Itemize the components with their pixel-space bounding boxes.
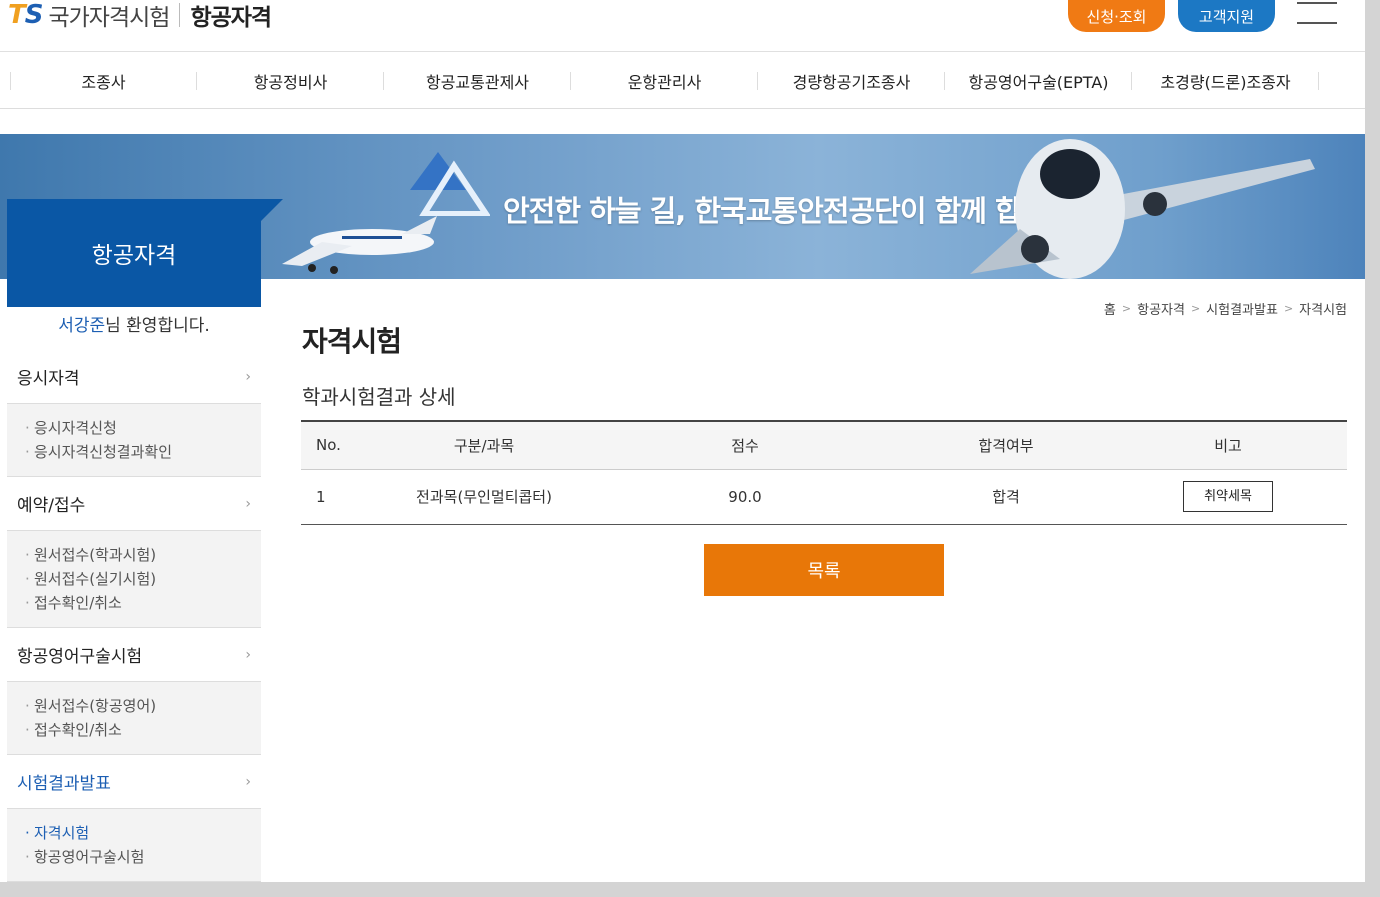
- sidebar-item-english-exam[interactable]: 항공영어구술시험: [25, 845, 261, 869]
- welcome-suffix: 님 환영합니다.: [105, 316, 210, 336]
- sidebar-item-english-confirm-cancel[interactable]: 접수확인/취소: [25, 718, 261, 742]
- sidebar-submenu-reservation: 원서접수(학과시험) 원서접수(실기시험) 접수확인/취소: [7, 531, 261, 628]
- logo-sub: 항공자격: [190, 5, 272, 31]
- sidebar-section-eligibility[interactable]: 응시자격 ›: [7, 350, 261, 404]
- sidebar-submenu-english: 원서접수(항공영어) 접수확인/취소: [7, 682, 261, 755]
- result-table: No. 구분/과목 점수 합격여부 비고 1 전과목(무인멀티콥터) 90.0 …: [301, 420, 1347, 525]
- cell-no: 1: [301, 469, 381, 525]
- welcome-user-name: 서강준: [58, 316, 106, 336]
- customer-support-button[interactable]: 고객지원: [1178, 0, 1275, 32]
- column-header-pass: 합격여부: [903, 420, 1109, 470]
- sidebar-nav: 응시자격 › 응시자격신청 응시자격신청결과확인 예약/접수 › 원서접수(학과…: [7, 350, 261, 882]
- sidebar-item-english-apply[interactable]: 원서접수(항공영어): [25, 694, 261, 718]
- sidebar-section-label: 응시자격: [17, 369, 80, 389]
- site-header: TS 국가자격시험 항공자격 신청·조회 고객지원: [0, 0, 1365, 52]
- large-airplane-icon: [970, 139, 1315, 279]
- sidebar-item-confirm-cancel[interactable]: 접수확인/취소: [25, 591, 261, 615]
- breadcrumb-home[interactable]: 홈: [1104, 299, 1116, 318]
- welcome-message: 서강준님 환영합니다.: [7, 308, 261, 348]
- list-button[interactable]: 목록: [704, 544, 944, 596]
- logo-name: 국가자격시험: [48, 5, 170, 31]
- sidebar-item-eligibility-result[interactable]: 응시자격신청결과확인: [25, 440, 261, 464]
- logo-divider: [179, 3, 181, 27]
- section-subtitle: 학과시험결과 상세: [302, 385, 456, 409]
- column-header-no: No.: [301, 420, 381, 470]
- cell-pass: 합격: [903, 469, 1109, 525]
- weak-subject-button[interactable]: 취약세목: [1183, 481, 1273, 512]
- gnb-item-dispatcher[interactable]: 운항관리사: [571, 53, 758, 109]
- page-title: 자격시험: [302, 325, 402, 358]
- chevron-right-icon: >: [1283, 302, 1294, 315]
- main-nav: 조종사 항공정비사 항공교통관제사 운항관리사 경량항공기조종사 항공영어구술(…: [0, 53, 1365, 109]
- site-logo[interactable]: TS 국가자격시험 항공자격: [8, 0, 272, 32]
- sidebar-section-label: 시험결과발표: [17, 774, 111, 794]
- sidebar-item-qualification-exam[interactable]: 자격시험: [25, 821, 261, 845]
- hamburger-menu-icon[interactable]: [1297, 2, 1337, 26]
- sidebar-item-practical-apply[interactable]: 원서접수(실기시험): [25, 567, 261, 591]
- chevron-right-icon: ›: [245, 647, 251, 663]
- breadcrumb-item[interactable]: 항공자격: [1137, 299, 1185, 318]
- chevron-right-icon: >: [1121, 302, 1132, 315]
- ts-logo-mark: TS: [8, 0, 43, 30]
- gnb-item-drone[interactable]: 초경량(드론)조종자: [1132, 53, 1319, 109]
- cell-note: 취약세목: [1109, 469, 1347, 525]
- gnb-item-light-aircraft[interactable]: 경량항공기조종사: [758, 53, 945, 109]
- column-header-score: 점수: [587, 420, 903, 470]
- sidebar-section-label: 예약/접수: [17, 496, 86, 516]
- table-header-row: No. 구분/과목 점수 합격여부 비고: [301, 420, 1347, 470]
- sidebar-item-written-apply[interactable]: 원서접수(학과시험): [25, 543, 261, 567]
- gnb-item-epta[interactable]: 항공영어구술(EPTA): [945, 53, 1132, 109]
- chevron-right-icon: ›: [245, 774, 251, 790]
- breadcrumb-item[interactable]: 시험결과발표: [1206, 299, 1278, 318]
- cell-score: 90.0: [587, 469, 903, 525]
- column-header-subject: 구분/과목: [381, 420, 587, 470]
- sidebar-section-results[interactable]: 시험결과발표 ›: [7, 755, 261, 809]
- table-row: 1 전과목(무인멀티콥터) 90.0 합격 취약세목: [301, 469, 1347, 525]
- apply-lookup-button[interactable]: 신청·조회: [1068, 0, 1165, 32]
- column-header-note: 비고: [1109, 420, 1347, 470]
- chevron-right-icon: ›: [245, 496, 251, 512]
- sidebar-submenu-eligibility: 응시자격신청 응시자격신청결과확인: [7, 404, 261, 477]
- sidebar-item-eligibility-apply[interactable]: 응시자격신청: [25, 416, 261, 440]
- gnb-item-mechanic[interactable]: 항공정비사: [197, 53, 384, 109]
- sidebar-section-label: 항공영어구술시험: [17, 647, 143, 667]
- gnb-item-atc[interactable]: 항공교통관제사: [384, 53, 571, 109]
- sidebar-section-english[interactable]: 항공영어구술시험 ›: [7, 628, 261, 682]
- triangle-logo-icon: [410, 152, 490, 216]
- sidebar-title: 항공자격: [7, 199, 283, 307]
- gnb-item-pilot[interactable]: 조종사: [10, 53, 197, 109]
- sidebar-section-reservation[interactable]: 예약/접수 ›: [7, 477, 261, 531]
- breadcrumb-current: 자격시험: [1299, 303, 1347, 318]
- chevron-right-icon: ›: [245, 369, 251, 385]
- sidebar-submenu-results: 자격시험 항공영어구술시험: [7, 809, 261, 882]
- cell-subject: 전과목(무인멀티콥터): [381, 469, 587, 525]
- small-airplane-icon: [282, 216, 437, 274]
- breadcrumb: 홈 > 항공자격 > 시험결과발표 > 자격시험: [1104, 299, 1347, 318]
- chevron-right-icon: >: [1190, 302, 1201, 315]
- page: TS 국가자격시험 항공자격 신청·조회 고객지원 조종사 항공정비사 항공교통…: [0, 0, 1365, 882]
